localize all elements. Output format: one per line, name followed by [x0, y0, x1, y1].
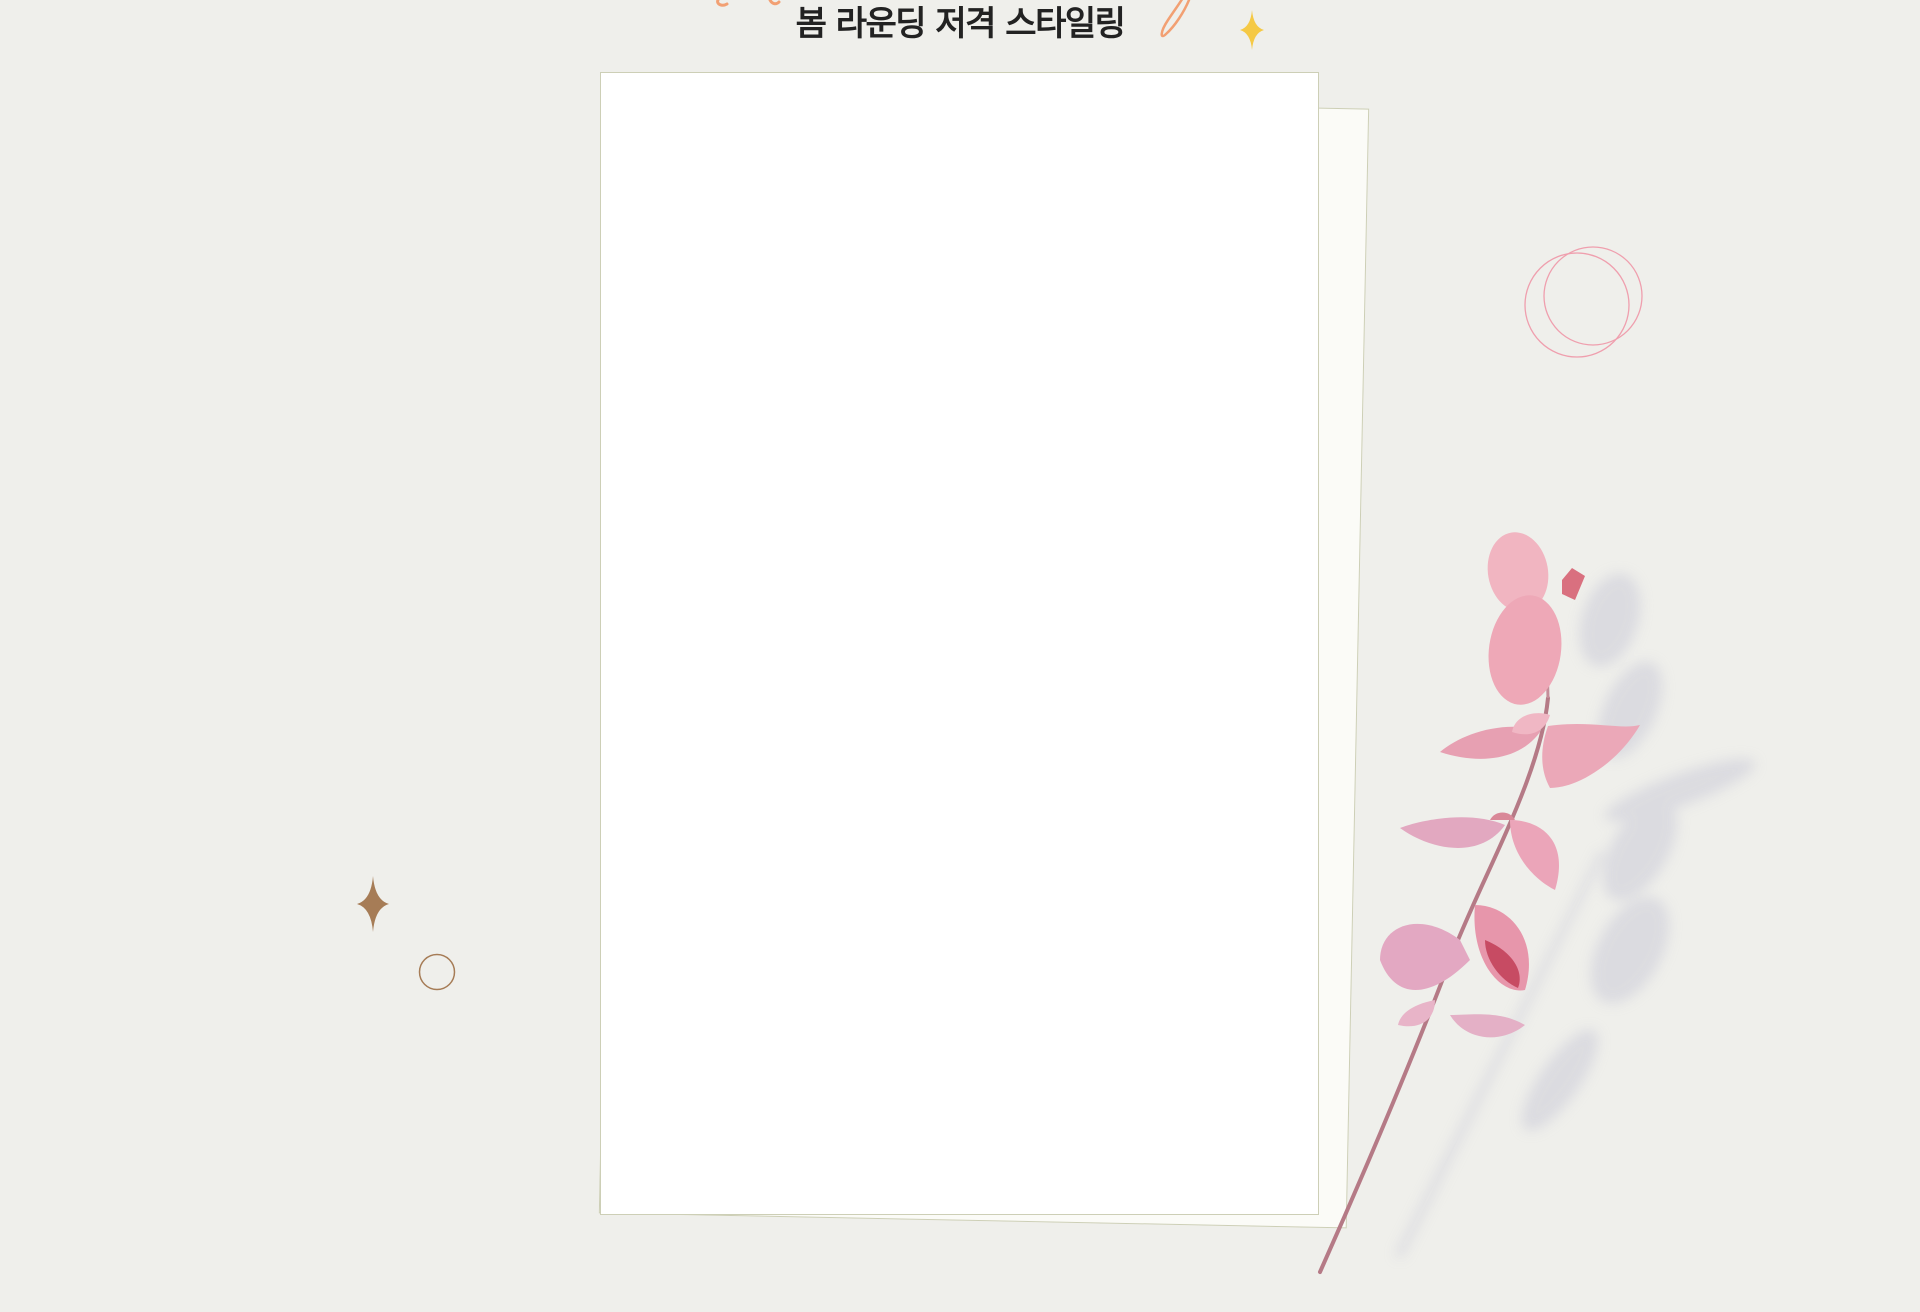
four-point-star-icon [1240, 10, 1264, 50]
eucalyptus-branch-icon [1318, 532, 1756, 1274]
circle-outline-icon [418, 953, 456, 991]
four-point-star-icon [357, 876, 389, 932]
page-subtitle: 봄 라운딩 저격 스타일링 [795, 4, 1126, 44]
double-circle-outline-icon [1524, 246, 1643, 358]
front-paper-sheet [600, 72, 1319, 1215]
